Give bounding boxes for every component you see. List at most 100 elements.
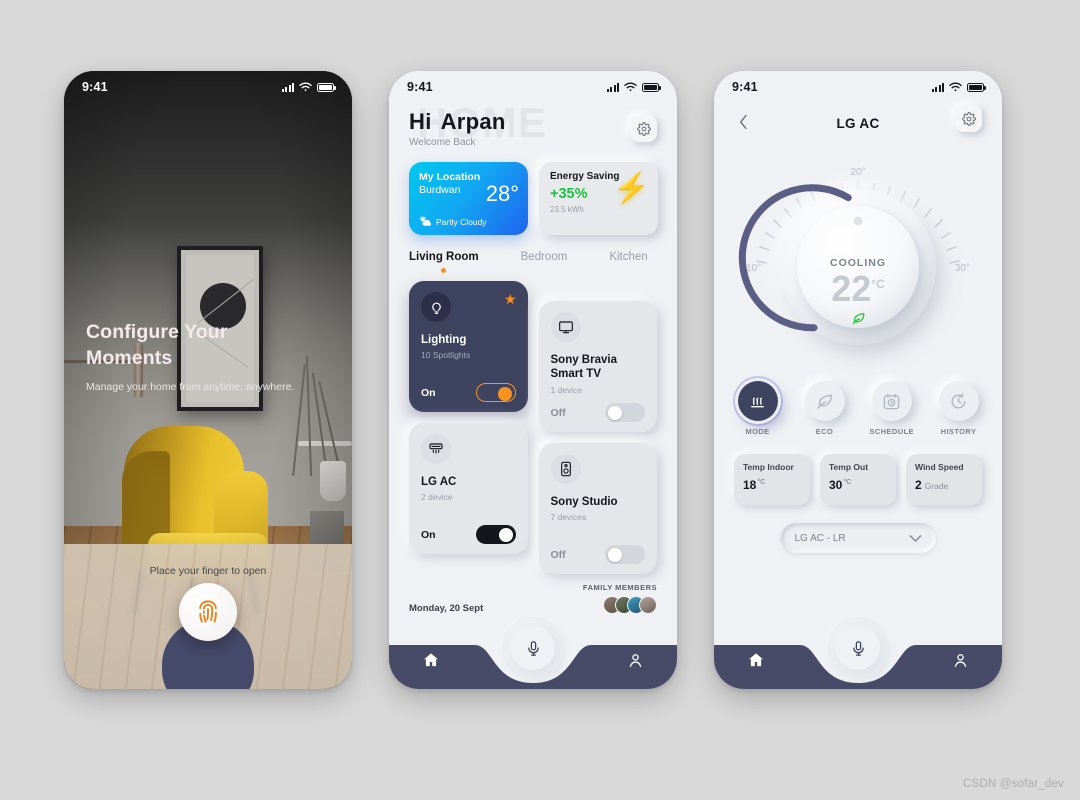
mode-button-schedule[interactable]: SCHEDULE [870, 381, 914, 436]
device-toggle[interactable] [605, 545, 645, 564]
avatar[interactable] [639, 596, 657, 614]
voice-assistant-button[interactable] [836, 626, 880, 670]
person-icon [954, 653, 966, 667]
history-clock-icon [951, 392, 966, 409]
mode-button-history[interactable]: HISTORY [937, 381, 981, 436]
nav-profile-button[interactable] [623, 648, 647, 672]
nav-home-button[interactable] [419, 648, 443, 672]
stat-unit: °C [843, 479, 852, 486]
gear-icon [961, 111, 976, 126]
stat-label: Temp Out [829, 462, 869, 472]
wifi-icon [624, 82, 637, 92]
lightning-bolt-icon: ⚡ [612, 172, 650, 205]
device-card-lg-ac[interactable]: LG AC 2 device On [409, 423, 528, 554]
temperature-dial[interactable]: 20° 10° 30° COOLING 22°C [714, 149, 1002, 377]
splash-copy: Configure Your Moments Manage your home … [86, 319, 322, 396]
battery-icon [642, 82, 661, 92]
phone-splash-screen: 9:41 Configure Your Moments Manage your … [64, 71, 352, 689]
chevron-left-icon [739, 114, 747, 130]
wifi-icon [299, 82, 312, 92]
page-title: LG AC [836, 115, 880, 131]
splash-title-line2: Moments [86, 347, 173, 370]
device-sub: 1 device [550, 384, 583, 395]
device-card-sony-studio[interactable]: Sony Studio 7 devices Off [538, 443, 657, 574]
status-time: 9:41 [82, 80, 108, 94]
battery-icon [317, 82, 336, 92]
device-state: On [421, 528, 436, 541]
room-tab-living-room[interactable]: Living Room [409, 251, 479, 273]
device-sub: 2 device [421, 492, 453, 503]
dial-temp-value: 22 [831, 268, 872, 309]
bottom-navigation [714, 626, 1002, 689]
active-tab-indicator [441, 268, 447, 273]
lightbulb-icon-wrap [421, 292, 451, 322]
mode-button-eco[interactable]: ECO [803, 381, 847, 436]
device-card-lighting[interactable]: ★ Lighting 10 Spotlights On [409, 281, 528, 412]
energy-widget[interactable]: Energy Saving +35% 23.5 kWh ⚡ [539, 162, 658, 235]
weather-temp: 28° [485, 181, 519, 206]
room-tab-kitchen[interactable]: Kitchen [609, 251, 647, 263]
weather-condition: Partly Cloudy [436, 216, 487, 227]
device-sub: 10 Spotlights [421, 350, 471, 361]
dial-readout: COOLING 22°C [798, 257, 918, 329]
mode-button-mode[interactable]: MODE [736, 381, 780, 436]
fingerprint-icon [199, 600, 217, 623]
device-toggle[interactable] [475, 383, 516, 402]
status-time: 9:41 [732, 80, 758, 94]
battery-icon [967, 82, 986, 92]
microphone-icon [852, 640, 864, 656]
home-icon [749, 653, 763, 667]
device-toggle[interactable] [605, 403, 645, 422]
stat-value: 30 [829, 478, 843, 492]
status-bar: 9:41 [389, 71, 677, 103]
watermark-credit: CSDN @sofar_dev [963, 778, 1064, 790]
room-tabs: Living Room Bedroom Kitchen [389, 235, 677, 273]
splash-title-line1: Configure Your [86, 321, 228, 343]
back-button[interactable] [732, 111, 754, 133]
device-state: On [421, 386, 436, 399]
device-card-sony-bravia[interactable]: Sony Bravia Smart TV 1 device Off [538, 301, 657, 432]
nav-profile-button[interactable] [948, 648, 972, 672]
dial-temp-unit: °C [871, 277, 885, 291]
fingerprint-button[interactable] [179, 583, 237, 641]
eco-indicator [798, 311, 918, 329]
tv-icon [558, 321, 573, 334]
device-name: Sony Bravia Smart TV [550, 354, 617, 381]
voice-assistant-button[interactable] [511, 626, 555, 670]
settings-button[interactable] [955, 105, 982, 132]
lightbulb-icon [431, 302, 441, 314]
weather-widget[interactable]: My Location Burdwan 28° Partly Cloudy [409, 162, 528, 235]
stat-card-temp-indoor: Temp Indoor 18°C [734, 454, 810, 505]
stat-cards: Temp Indoor 18°C Temp Out 30°C Wind Spee… [714, 436, 1002, 505]
phone-home-screen: 9:41 HOME Hi Arpan Welcome Back My Locat… [389, 71, 677, 689]
stat-label: Wind Speed [915, 462, 964, 472]
room-tab-label: Bedroom [520, 251, 568, 263]
family-members[interactable]: FAMILY MEMBERS [583, 583, 657, 614]
device-state: Off [550, 548, 566, 561]
stat-card-temp-out: Temp Out 30°C [820, 454, 896, 505]
room-tab-bedroom[interactable]: Bedroom [521, 251, 568, 263]
signal-icon [281, 82, 294, 92]
current-date: Monday, 20 Sept [409, 603, 484, 614]
device-toggle[interactable] [475, 525, 516, 544]
phone-ac-control-screen: 9:41 LG AC 20° 10° 30° COOLING 22°C MODE… [714, 71, 1002, 689]
ac-header: LG AC [714, 103, 1002, 143]
status-bar: 9:41 [714, 71, 1002, 103]
room-tab-label: Kitchen [609, 251, 648, 263]
microphone-icon [527, 640, 539, 656]
device-selector-value: LG AC - LR [794, 532, 846, 544]
status-time: 9:41 [407, 80, 433, 94]
mode-label: SCHEDULE [869, 427, 914, 436]
nav-home-button[interactable] [744, 648, 768, 672]
device-selector-dropdown[interactable]: LG AC - LR [780, 523, 936, 553]
air-conditioner-icon [429, 443, 443, 454]
stat-value: 18 [743, 478, 757, 492]
person-icon [629, 653, 641, 667]
stat-unit: °C [757, 479, 766, 486]
tv-icon-wrap [550, 312, 581, 342]
stat-card-wind-speed: Wind Speed 2 Grade [906, 454, 982, 505]
favorite-star-icon[interactable]: ★ [504, 291, 517, 308]
chevron-down-icon [909, 534, 921, 542]
signal-icon [606, 82, 619, 92]
leaf-icon [852, 312, 864, 325]
